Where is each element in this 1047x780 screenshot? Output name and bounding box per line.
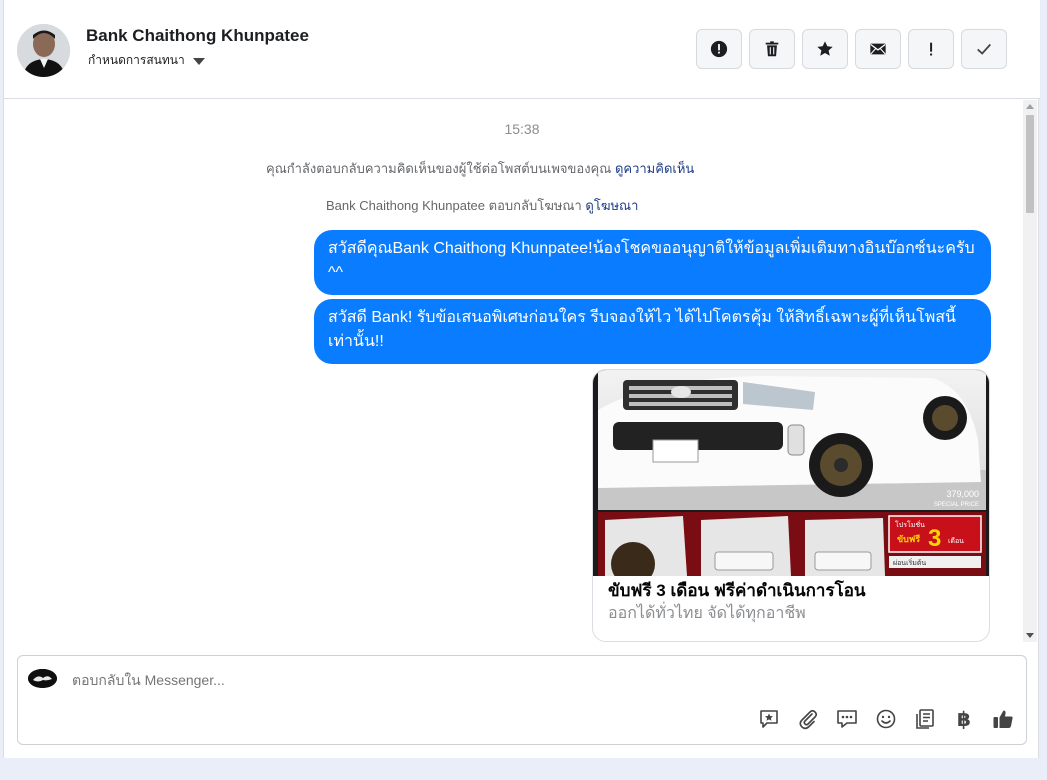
baht-icon: ฿ bbox=[957, 708, 971, 731]
ad-image-small-text: ผ่อนเริ่มต้น bbox=[893, 558, 926, 567]
scroll-down-arrow-icon[interactable] bbox=[1026, 633, 1034, 638]
assign-conversation-dropdown[interactable]: กำหนดการสนทนา bbox=[88, 51, 205, 70]
ad-image-promo-top: โปรโมชั่น bbox=[895, 520, 925, 529]
attachment-icon bbox=[799, 709, 818, 730]
message-timestamp: 15:38 bbox=[504, 121, 540, 137]
view-comment-link[interactable]: ดูความคิดเห็น bbox=[615, 161, 694, 176]
message-bubble[interactable]: สวัสดี Bank! รับข้อเสนอพิเศษก่อนใคร รีบจ… bbox=[314, 299, 991, 364]
page-avatar bbox=[28, 669, 57, 688]
ad-car-image: 379,000 SPECIAL PRICE โปรโมชั่น ขับฟรี 3… bbox=[593, 370, 989, 576]
composer-toolbar: ฿ bbox=[756, 706, 1016, 732]
caret-down-icon bbox=[192, 58, 205, 65]
delete-button[interactable] bbox=[749, 29, 795, 69]
contact-name[interactable]: Bank Chaithong Khunpatee bbox=[86, 26, 309, 46]
quick-replies-button[interactable] bbox=[834, 706, 860, 732]
ad-image-promo-main: ขับฟรี bbox=[897, 534, 920, 544]
ad-image-promo-unit: เดือน bbox=[948, 537, 964, 545]
thread-scrollbar[interactable] bbox=[1023, 100, 1037, 642]
ad-card[interactable]: 379,000 SPECIAL PRICE โปรโมชั่น ขับฟรี 3… bbox=[592, 369, 990, 642]
ad-image-price: 379,000 bbox=[946, 489, 979, 499]
ad-image-promo-num: 3 bbox=[928, 525, 941, 552]
system-notice-ad: Bank Chaithong Khunpatee ตอบกลับโฆษณา ดู… bbox=[326, 195, 638, 216]
attach-button[interactable] bbox=[795, 706, 821, 732]
view-ad-link[interactable]: ดูโฆษณา bbox=[585, 198, 638, 213]
assign-label: กำหนดการสนทนา bbox=[88, 53, 185, 67]
star-icon bbox=[817, 41, 833, 56]
scroll-thumb[interactable] bbox=[1026, 115, 1034, 213]
ad-image-price-label: SPECIAL PRICE bbox=[934, 502, 979, 508]
emoji-icon bbox=[876, 709, 896, 729]
payment-button[interactable]: ฿ bbox=[951, 706, 977, 732]
system-notice-text: คุณกำลังตอบกลับความคิดเห็นของผู้ใช้ต่อโพ… bbox=[266, 161, 612, 176]
notes-button[interactable] bbox=[912, 706, 938, 732]
reply-composer: ฿ bbox=[17, 655, 1027, 745]
conversation-header: Bank Chaithong Khunpatee กำหนดการสนทนา bbox=[4, 0, 1040, 99]
message-bubble[interactable]: สวัสดีคุณBank Chaithong Khunpatee!น้องโช… bbox=[314, 230, 991, 295]
system-notice-text: Bank Chaithong Khunpatee ตอบกลับโฆษณา bbox=[326, 198, 582, 213]
chat-bubbles-icon bbox=[837, 710, 857, 728]
check-icon bbox=[977, 43, 991, 55]
report-button[interactable] bbox=[696, 29, 742, 69]
conversation-panel: Bank Chaithong Khunpatee กำหนดการสนทนา 1… bbox=[3, 0, 1040, 758]
alert-circle-icon bbox=[710, 40, 728, 58]
like-button[interactable] bbox=[990, 706, 1016, 732]
star-button[interactable] bbox=[802, 29, 848, 69]
system-notice-comment: คุณกำลังตอบกลับความคิดเห็นของผู้ใช้ต่อโพ… bbox=[266, 158, 694, 179]
header-actions bbox=[696, 29, 1007, 69]
exclamation-icon bbox=[930, 42, 933, 56]
notes-icon bbox=[916, 709, 934, 729]
message-thread: 15:38 คุณกำลังตอบกลับความคิดเห็นของผู้ใช… bbox=[4, 100, 1040, 642]
important-button[interactable] bbox=[908, 29, 954, 69]
like-icon bbox=[993, 710, 1013, 728]
ad-card-subtitle: ออกได้ทั่วไทย จัดได้ทุกอาชีพ bbox=[608, 605, 806, 622]
trash-icon bbox=[765, 41, 779, 57]
avatar[interactable] bbox=[17, 24, 70, 77]
done-button[interactable] bbox=[961, 29, 1007, 69]
emoji-button[interactable] bbox=[873, 706, 899, 732]
reply-input[interactable] bbox=[72, 672, 972, 688]
envelope-icon bbox=[870, 43, 886, 55]
saved-reply-icon bbox=[760, 710, 778, 728]
mark-unread-button[interactable] bbox=[855, 29, 901, 69]
saved-reply-button[interactable] bbox=[756, 706, 782, 732]
ad-card-title: ขับฟรี 3 เดือน ฟรีค่าดำเนินการโอน bbox=[608, 581, 866, 600]
scroll-up-arrow-icon[interactable] bbox=[1026, 104, 1034, 109]
